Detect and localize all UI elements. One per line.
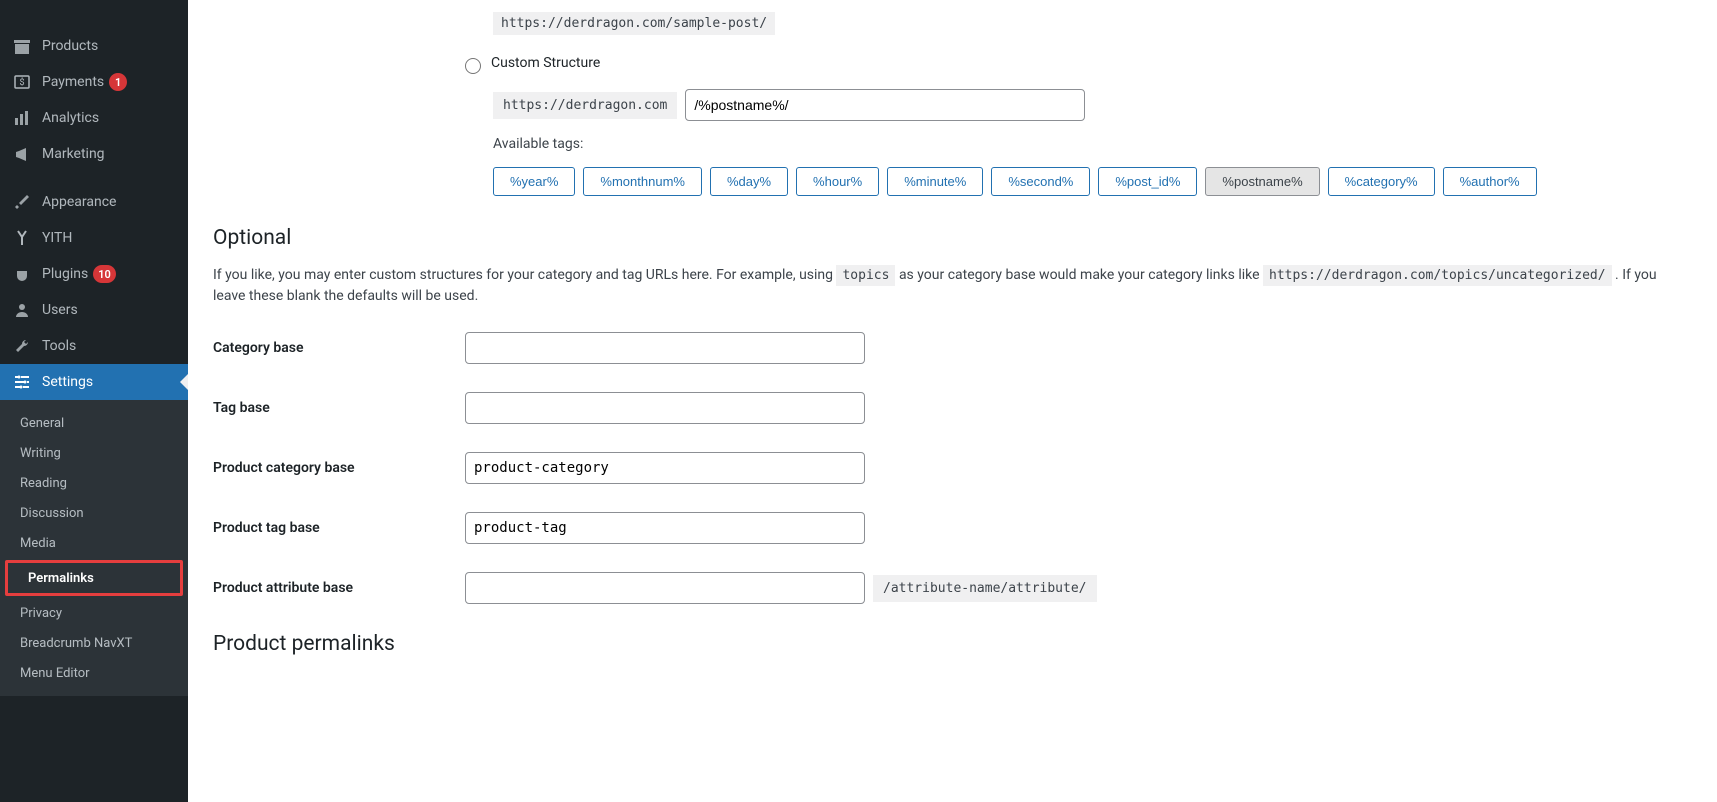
plug-icon (12, 264, 32, 284)
settings-submenu: General Writing Reading Discussion Media… (0, 400, 188, 696)
submenu-item-discussion[interactable]: Discussion (0, 498, 188, 528)
desc-text-2: as your category base would make your ca… (899, 267, 1263, 283)
desc-text-1: If you like, you may enter custom struct… (213, 267, 836, 283)
sidebar-item-label: Products (42, 38, 98, 54)
product-category-base-input[interactable] (465, 452, 865, 484)
admin-sidebar: Products $ Payments 1 Analytics Marketin… (0, 0, 188, 802)
archive-icon (12, 36, 32, 56)
sidebar-item-products[interactable]: Products (0, 28, 188, 64)
tag-category[interactable]: %category% (1328, 167, 1435, 196)
brush-icon (12, 192, 32, 212)
sidebar-item-users[interactable]: Users (0, 292, 188, 328)
tags-row: %year% %monthnum% %day% %hour% %minute% … (493, 167, 1692, 196)
category-base-label: Category base (213, 340, 465, 356)
tag-second[interactable]: %second% (991, 167, 1090, 196)
tag-monthnum[interactable]: %monthnum% (583, 167, 702, 196)
chart-icon (12, 108, 32, 128)
permalinks-highlight: Permalinks (5, 560, 183, 596)
optional-description: If you like, you may enter custom struct… (213, 265, 1692, 307)
sidebar-item-tools[interactable]: Tools (0, 328, 188, 364)
custom-structure-input-row: https://derdragon.com (493, 89, 1692, 121)
tag-post-id[interactable]: %post_id% (1098, 167, 1197, 196)
tag-base-row: Tag base (213, 392, 1692, 424)
sidebar-separator (0, 172, 188, 184)
sidebar-item-label: Settings (42, 374, 93, 390)
product-attribute-base-row: Product attribute base /attribute-name/a… (213, 572, 1692, 604)
tag-minute[interactable]: %minute% (887, 167, 983, 196)
sample-url-display: https://derdragon.com/sample-post/ (493, 12, 775, 35)
product-tag-base-label: Product tag base (213, 520, 465, 536)
product-category-base-row: Product category base (213, 452, 1692, 484)
svg-text:$: $ (19, 77, 24, 88)
submenu-item-writing[interactable]: Writing (0, 438, 188, 468)
category-base-input[interactable] (465, 332, 865, 364)
product-tag-base-input[interactable] (465, 512, 865, 544)
tag-day[interactable]: %day% (710, 167, 788, 196)
product-tag-base-row: Product tag base (213, 512, 1692, 544)
sidebar-item-label: Marketing (42, 146, 105, 162)
sliders-icon (12, 372, 32, 392)
product-category-base-label: Product category base (213, 460, 465, 476)
sidebar-item-label: YITH (42, 230, 72, 246)
product-permalinks-heading: Product permalinks (213, 632, 1692, 656)
sidebar-item-settings[interactable]: Settings (0, 364, 188, 400)
custom-structure-input[interactable] (685, 89, 1085, 121)
submenu-item-reading[interactable]: Reading (0, 468, 188, 498)
submenu-item-menu-editor[interactable]: Menu Editor (0, 658, 188, 688)
wrench-icon (12, 336, 32, 356)
sidebar-item-payments[interactable]: $ Payments 1 (0, 64, 188, 100)
category-base-row: Category base (213, 332, 1692, 364)
user-icon (12, 300, 32, 320)
payments-badge: 1 (109, 73, 127, 91)
sidebar-item-dashboard-partial[interactable] (0, 0, 188, 28)
custom-structure-label: Custom Structure (491, 55, 600, 71)
megaphone-icon (12, 144, 32, 164)
plugins-badge: 10 (93, 265, 116, 283)
yith-icon (12, 228, 32, 248)
dollar-icon: $ (12, 72, 32, 92)
product-attribute-base-input[interactable] (465, 572, 865, 604)
sidebar-item-analytics[interactable]: Analytics (0, 100, 188, 136)
sidebar-item-label: Tools (42, 338, 76, 354)
custom-structure-row: Custom Structure (465, 55, 1692, 74)
custom-structure-radio[interactable] (465, 58, 481, 74)
sidebar-item-plugins[interactable]: Plugins 10 (0, 256, 188, 292)
sidebar-item-yith[interactable]: YITH (0, 220, 188, 256)
desc-code-2: https://derdragon.com/topics/uncategoriz… (1263, 265, 1612, 286)
tag-hour[interactable]: %hour% (796, 167, 879, 196)
product-attribute-base-label: Product attribute base (213, 580, 465, 596)
tag-base-input[interactable] (465, 392, 865, 424)
main-content: https://derdragon.com/sample-post/ Custo… (188, 0, 1717, 802)
submenu-item-breadcrumb[interactable]: Breadcrumb NavXT (0, 628, 188, 658)
url-prefix: https://derdragon.com (493, 92, 677, 119)
attribute-suffix: /attribute-name/attribute/ (873, 575, 1097, 602)
sidebar-item-label: Appearance (42, 194, 116, 210)
sidebar-item-label: Plugins (42, 266, 88, 282)
tag-author[interactable]: %author% (1443, 167, 1537, 196)
tag-postname[interactable]: %postname% (1205, 167, 1319, 196)
sidebar-item-marketing[interactable]: Marketing (0, 136, 188, 172)
submenu-item-general[interactable]: General (0, 408, 188, 438)
tag-base-label: Tag base (213, 400, 465, 416)
sidebar-item-label: Payments (42, 74, 104, 90)
tag-year[interactable]: %year% (493, 167, 575, 196)
sidebar-item-label: Users (42, 302, 78, 318)
submenu-item-permalinks[interactable]: Permalinks (8, 563, 180, 593)
submenu-item-privacy[interactable]: Privacy (0, 598, 188, 628)
dashboard-icon (12, 0, 32, 20)
sidebar-item-appearance[interactable]: Appearance (0, 184, 188, 220)
desc-code-1: topics (836, 265, 895, 286)
sidebar-item-label: Analytics (42, 110, 99, 126)
optional-heading: Optional (213, 226, 1692, 250)
available-tags-label: Available tags: (493, 136, 1692, 152)
submenu-item-media[interactable]: Media (0, 528, 188, 558)
